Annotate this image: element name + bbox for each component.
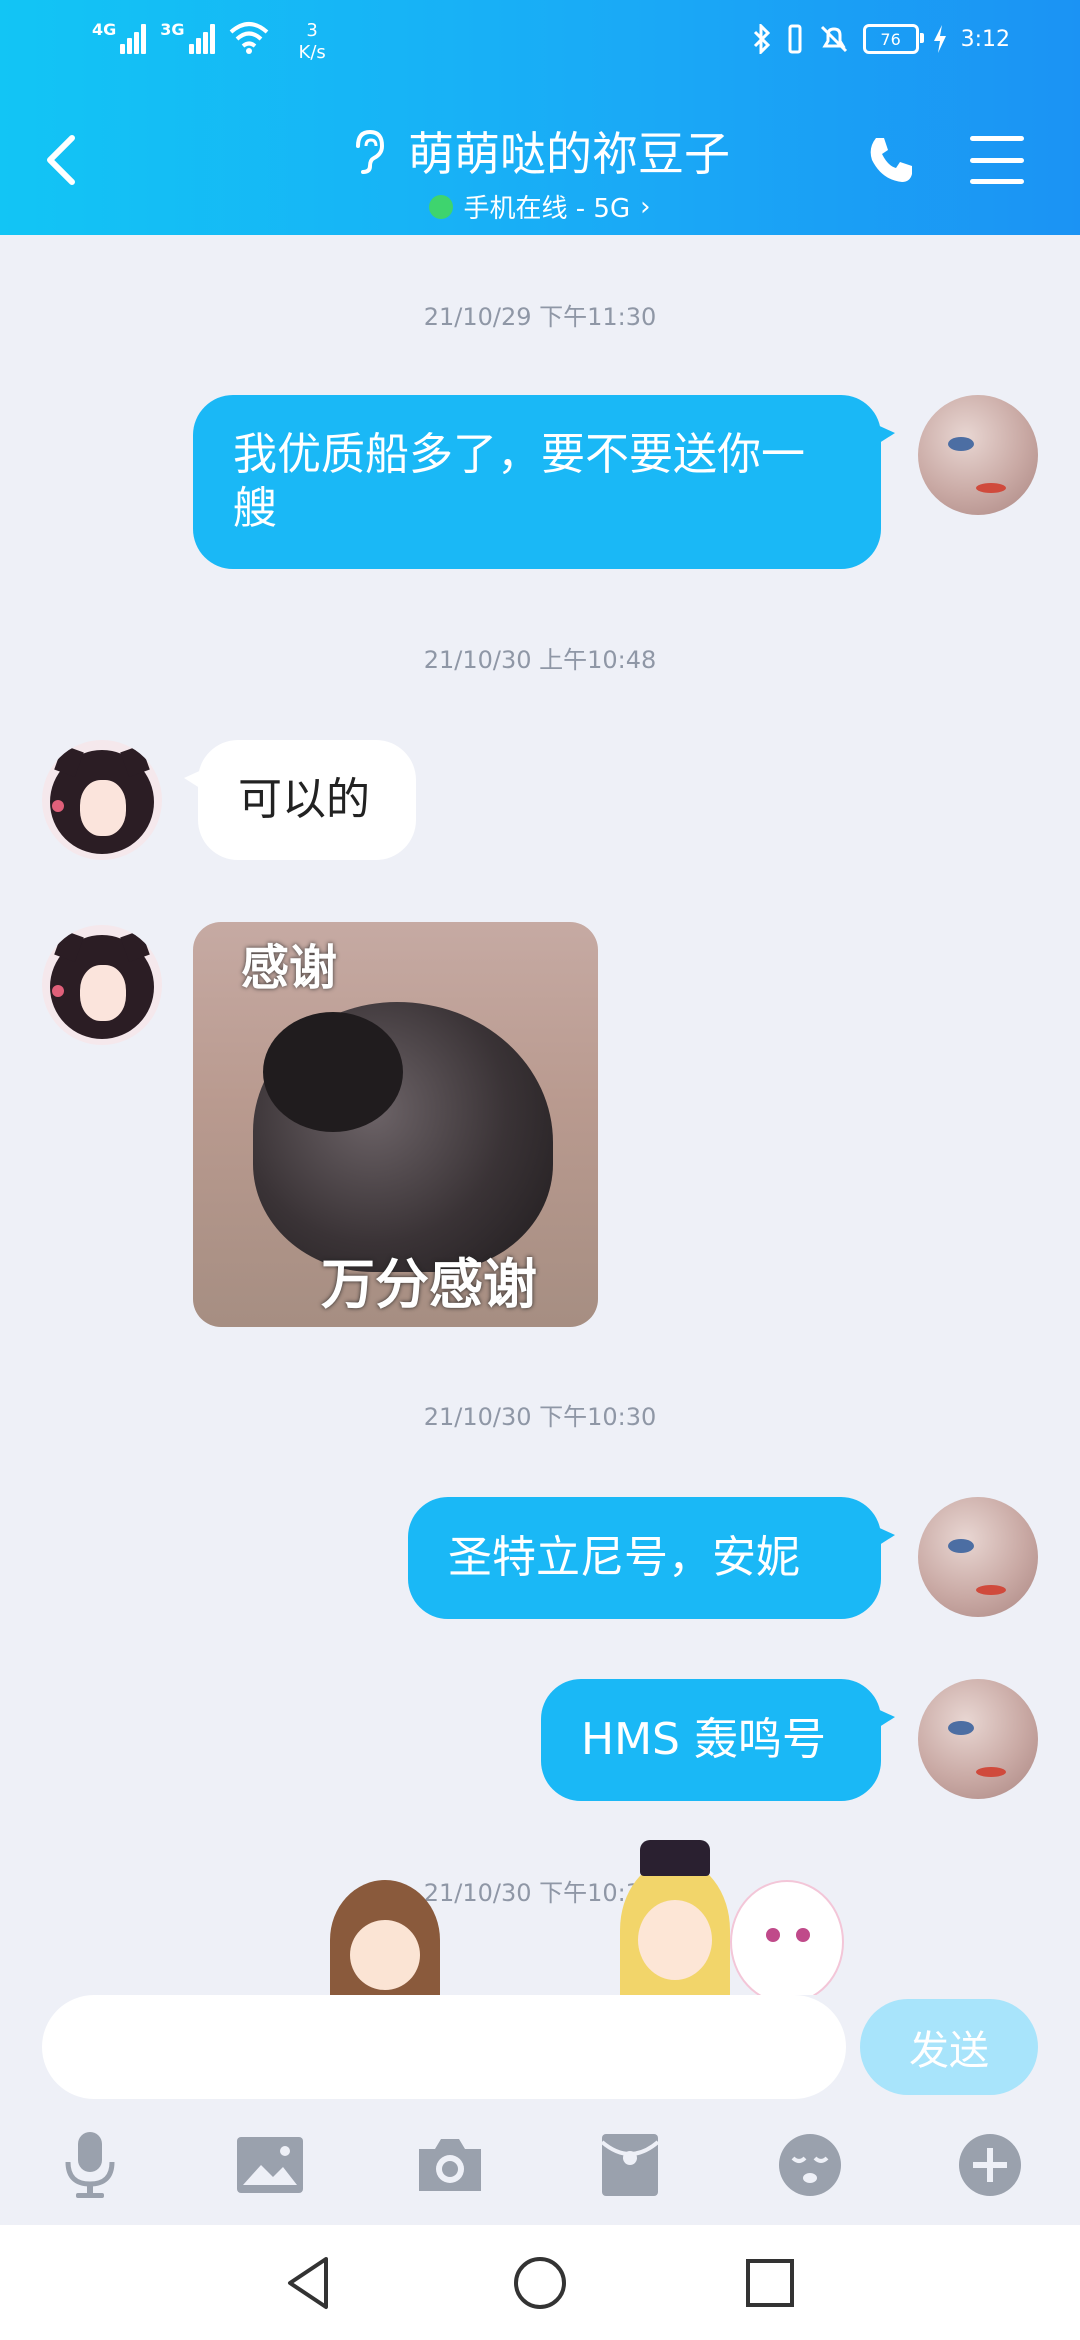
menu-icon[interactable]	[970, 136, 1024, 184]
status-bar: 4G 3G 3 K/s 76 3:12	[0, 0, 1080, 80]
message-bubble-self[interactable]: 圣特立尼号，安妮	[408, 1497, 895, 1619]
timestamp: 21/10/29 下午11:30	[423, 303, 657, 331]
status-bar-right: 76 3:12	[753, 24, 1010, 54]
microphone-icon[interactable]	[50, 2125, 130, 2205]
nav-back-icon[interactable]	[280, 2253, 340, 2313]
speed-unit: K/s	[298, 42, 326, 63]
red-packet-icon[interactable]	[590, 2125, 670, 2205]
character-lamb	[730, 1880, 844, 2004]
message-text: 我优质船多了，要不要送你一艘	[233, 429, 805, 534]
sticker-image[interactable]: 感谢 万分感谢	[193, 922, 598, 1327]
online-dot-icon	[429, 194, 454, 219]
bluetooth-icon	[753, 24, 770, 54]
message-text: HMS 轰鸣号	[581, 1714, 826, 1765]
chevron-right-icon: ›	[640, 191, 651, 222]
message-list[interactable]: 21/10/29 下午11:30 我优质船多了，要不要送你一艘 21/10/30…	[0, 235, 1080, 2004]
chat-header: 4G 3G 3 K/s 76 3:12 萌萌哒的祢豆子 手机在线 - 5G ›	[0, 0, 1080, 235]
mute-bell-icon	[820, 25, 847, 53]
timestamp: 21/10/30 下午10:30	[423, 1403, 657, 1431]
charging-icon	[933, 25, 946, 53]
camera-icon[interactable]	[410, 2125, 490, 2205]
signal-icon: 3G	[160, 20, 215, 54]
send-button[interactable]: 发送	[860, 1999, 1038, 2095]
network-type-label: 4G	[92, 20, 117, 39]
message-bubble-contact[interactable]: 可以的	[184, 740, 416, 860]
character-brown-hair	[330, 1880, 440, 2000]
system-nav-bar	[0, 2225, 1080, 2340]
online-status[interactable]: 手机在线 - 5G ›	[300, 188, 780, 225]
nav-recent-icon[interactable]	[740, 2253, 800, 2313]
contact-name: 萌萌哒的祢豆子	[408, 127, 730, 181]
message-bubble-self[interactable]: 我优质船多了，要不要送你一艘	[193, 395, 895, 569]
avatar-contact[interactable]	[42, 925, 162, 1045]
input-toolbar	[0, 2125, 1080, 2225]
message-input[interactable]	[42, 1995, 846, 2099]
message-bubble-self[interactable]: HMS 轰鸣号	[541, 1679, 895, 1801]
status-bar-left: 4G 3G 3 K/s	[92, 20, 326, 64]
speed-value: 3	[306, 20, 318, 41]
phone-icon[interactable]	[862, 132, 918, 188]
input-bar: 发送	[0, 1995, 1080, 2225]
avatar-self[interactable]	[918, 395, 1038, 515]
network-type-label: 3G	[160, 20, 185, 39]
message-text: 可以的	[238, 774, 370, 825]
timestamp: 21/10/30 上午10:48	[423, 646, 657, 674]
chat-title[interactable]: 萌萌哒的祢豆子 手机在线 - 5G ›	[300, 118, 780, 225]
emoji-icon[interactable]	[770, 2125, 850, 2205]
vibrate-icon	[788, 24, 802, 54]
avatar-self[interactable]	[918, 1497, 1038, 1617]
clock: 3:12	[960, 26, 1010, 52]
penguin-head	[263, 1012, 403, 1132]
signal-icon: 4G	[92, 20, 147, 54]
ear-icon[interactable]	[350, 128, 386, 174]
back-icon[interactable]	[42, 130, 82, 190]
network-speed: 3 K/s	[299, 20, 326, 64]
message-text: 圣特立尼号，安妮	[448, 1532, 800, 1583]
character-blonde-hat	[620, 1840, 730, 2000]
chat-decoration-characters	[320, 1840, 844, 2004]
battery-icon: 76	[862, 24, 924, 54]
nav-home-icon[interactable]	[510, 2253, 570, 2313]
battery-level: 76	[880, 29, 901, 49]
sticker-caption-top: 感谢	[241, 940, 338, 996]
picture-icon[interactable]	[230, 2125, 310, 2205]
avatar-self[interactable]	[918, 1679, 1038, 1799]
online-status-text: 手机在线 - 5G	[463, 194, 631, 224]
plus-icon[interactable]	[950, 2125, 1030, 2205]
sticker-caption-bottom: 万分感谢	[321, 1253, 537, 1316]
avatar-contact[interactable]	[42, 740, 162, 860]
wifi-icon	[229, 22, 268, 54]
